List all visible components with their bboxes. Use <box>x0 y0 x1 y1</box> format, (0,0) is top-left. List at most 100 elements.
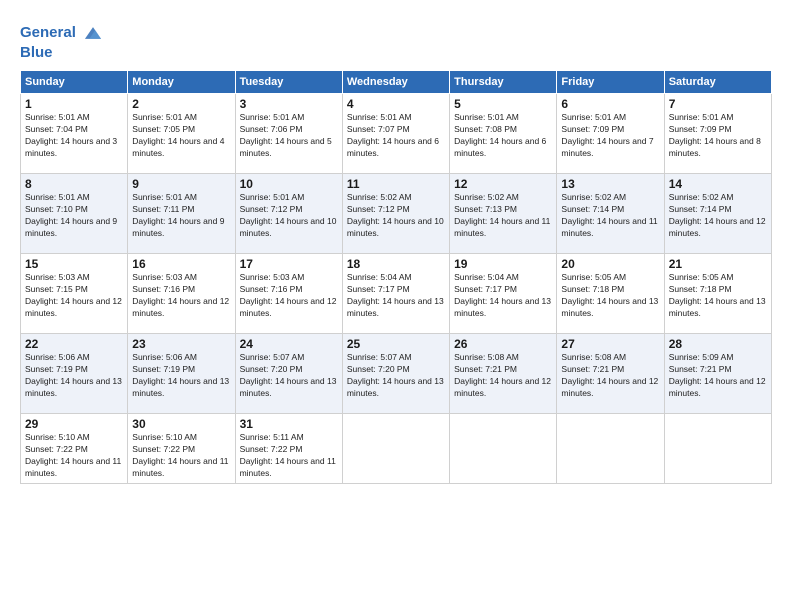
calendar-day-cell: 1Sunrise: 5:01 AMSunset: 7:04 PMDaylight… <box>21 94 128 174</box>
day-info: Sunrise: 5:05 AMSunset: 7:18 PMDaylight:… <box>561 272 659 320</box>
day-info: Sunrise: 5:09 AMSunset: 7:21 PMDaylight:… <box>669 352 767 400</box>
day-number: 3 <box>240 97 338 111</box>
day-info: Sunrise: 5:03 AMSunset: 7:16 PMDaylight:… <box>240 272 338 320</box>
day-info: Sunrise: 5:01 AMSunset: 7:08 PMDaylight:… <box>454 112 552 160</box>
weekday-header-cell: Saturday <box>664 71 771 94</box>
calendar-day-cell <box>450 414 557 484</box>
calendar-day-cell: 2Sunrise: 5:01 AMSunset: 7:05 PMDaylight… <box>128 94 235 174</box>
calendar-day-cell: 19Sunrise: 5:04 AMSunset: 7:17 PMDayligh… <box>450 254 557 334</box>
calendar: SundayMondayTuesdayWednesdayThursdayFrid… <box>20 70 772 484</box>
calendar-day-cell: 27Sunrise: 5:08 AMSunset: 7:21 PMDayligh… <box>557 334 664 414</box>
day-info: Sunrise: 5:02 AMSunset: 7:13 PMDaylight:… <box>454 192 552 240</box>
calendar-day-cell: 23Sunrise: 5:06 AMSunset: 7:19 PMDayligh… <box>128 334 235 414</box>
calendar-day-cell: 30Sunrise: 5:10 AMSunset: 7:22 PMDayligh… <box>128 414 235 484</box>
day-number: 29 <box>25 417 123 431</box>
calendar-week-row: 29Sunrise: 5:10 AMSunset: 7:22 PMDayligh… <box>21 414 772 484</box>
calendar-day-cell: 24Sunrise: 5:07 AMSunset: 7:20 PMDayligh… <box>235 334 342 414</box>
day-info: Sunrise: 5:01 AMSunset: 7:05 PMDaylight:… <box>132 112 230 160</box>
day-number: 1 <box>25 97 123 111</box>
day-number: 14 <box>669 177 767 191</box>
day-number: 31 <box>240 417 338 431</box>
day-number: 24 <box>240 337 338 351</box>
page: General Blue SundayMondayTuesdayWednesda… <box>0 0 792 612</box>
day-info: Sunrise: 5:01 AMSunset: 7:11 PMDaylight:… <box>132 192 230 240</box>
weekday-header-cell: Friday <box>557 71 664 94</box>
calendar-day-cell: 12Sunrise: 5:02 AMSunset: 7:13 PMDayligh… <box>450 174 557 254</box>
calendar-day-cell: 25Sunrise: 5:07 AMSunset: 7:20 PMDayligh… <box>342 334 449 414</box>
calendar-week-row: 8Sunrise: 5:01 AMSunset: 7:10 PMDaylight… <box>21 174 772 254</box>
day-number: 23 <box>132 337 230 351</box>
day-info: Sunrise: 5:06 AMSunset: 7:19 PMDaylight:… <box>132 352 230 400</box>
day-number: 16 <box>132 257 230 271</box>
day-number: 18 <box>347 257 445 271</box>
calendar-body: 1Sunrise: 5:01 AMSunset: 7:04 PMDaylight… <box>21 94 772 484</box>
day-info: Sunrise: 5:02 AMSunset: 7:14 PMDaylight:… <box>669 192 767 240</box>
day-info: Sunrise: 5:01 AMSunset: 7:06 PMDaylight:… <box>240 112 338 160</box>
day-number: 19 <box>454 257 552 271</box>
calendar-day-cell: 29Sunrise: 5:10 AMSunset: 7:22 PMDayligh… <box>21 414 128 484</box>
calendar-day-cell <box>342 414 449 484</box>
logo-text: General <box>20 22 104 44</box>
weekday-header-cell: Monday <box>128 71 235 94</box>
calendar-day-cell: 11Sunrise: 5:02 AMSunset: 7:12 PMDayligh… <box>342 174 449 254</box>
weekday-header-cell: Wednesday <box>342 71 449 94</box>
day-info: Sunrise: 5:04 AMSunset: 7:17 PMDaylight:… <box>454 272 552 320</box>
calendar-day-cell: 22Sunrise: 5:06 AMSunset: 7:19 PMDayligh… <box>21 334 128 414</box>
day-info: Sunrise: 5:07 AMSunset: 7:20 PMDaylight:… <box>347 352 445 400</box>
calendar-week-row: 15Sunrise: 5:03 AMSunset: 7:15 PMDayligh… <box>21 254 772 334</box>
day-info: Sunrise: 5:03 AMSunset: 7:16 PMDaylight:… <box>132 272 230 320</box>
weekday-header-cell: Tuesday <box>235 71 342 94</box>
calendar-day-cell: 13Sunrise: 5:02 AMSunset: 7:14 PMDayligh… <box>557 174 664 254</box>
calendar-week-row: 1Sunrise: 5:01 AMSunset: 7:04 PMDaylight… <box>21 94 772 174</box>
day-number: 28 <box>669 337 767 351</box>
day-info: Sunrise: 5:10 AMSunset: 7:22 PMDaylight:… <box>25 432 123 480</box>
day-number: 26 <box>454 337 552 351</box>
day-info: Sunrise: 5:01 AMSunset: 7:10 PMDaylight:… <box>25 192 123 240</box>
calendar-day-cell: 21Sunrise: 5:05 AMSunset: 7:18 PMDayligh… <box>664 254 771 334</box>
day-info: Sunrise: 5:08 AMSunset: 7:21 PMDaylight:… <box>454 352 552 400</box>
weekday-header-cell: Sunday <box>21 71 128 94</box>
day-number: 12 <box>454 177 552 191</box>
logo: General Blue <box>20 22 104 62</box>
day-number: 13 <box>561 177 659 191</box>
day-info: Sunrise: 5:01 AMSunset: 7:09 PMDaylight:… <box>669 112 767 160</box>
day-info: Sunrise: 5:07 AMSunset: 7:20 PMDaylight:… <box>240 352 338 400</box>
calendar-week-row: 22 Sunrise: 5:06 AMSunset: 7:19 PMDayligh… <box>21 334 772 414</box>
calendar-day-cell <box>664 414 771 484</box>
day-number: 11 <box>347 177 445 191</box>
calendar-day-cell: 28Sunrise: 5:09 AMSunset: 7:21 PMDayligh… <box>664 334 771 414</box>
calendar-day-cell: 20Sunrise: 5:05 AMSunset: 7:18 PMDayligh… <box>557 254 664 334</box>
calendar-day-cell: 9Sunrise: 5:01 AMSunset: 7:11 PMDaylight… <box>128 174 235 254</box>
day-number: 5 <box>454 97 552 111</box>
day-number: 8 <box>25 177 123 191</box>
day-info: Sunrise: 5:01 AMSunset: 7:04 PMDaylight:… <box>25 112 123 160</box>
day-number: 25 <box>347 337 445 351</box>
day-number: 10 <box>240 177 338 191</box>
logo-blue: Blue <box>20 44 104 62</box>
calendar-day-cell: 4Sunrise: 5:01 AMSunset: 7:07 PMDaylight… <box>342 94 449 174</box>
day-number: 27 <box>561 337 659 351</box>
weekday-header-cell: Thursday <box>450 71 557 94</box>
day-info: Sunrise: 5:02 AMSunset: 7:14 PMDaylight:… <box>561 192 659 240</box>
day-number: 6 <box>561 97 659 111</box>
day-info: Sunrise: 5:08 AMSunset: 7:21 PMDaylight:… <box>561 352 659 400</box>
day-number: 22 <box>25 337 123 351</box>
weekday-header-row: SundayMondayTuesdayWednesdayThursdayFrid… <box>21 71 772 94</box>
calendar-day-cell: 7Sunrise: 5:01 AMSunset: 7:09 PMDaylight… <box>664 94 771 174</box>
calendar-day-cell: 10Sunrise: 5:01 AMSunset: 7:12 PMDayligh… <box>235 174 342 254</box>
day-info: Sunrise: 5:04 AMSunset: 7:17 PMDaylight:… <box>347 272 445 320</box>
day-info: Sunrise: 5:01 AMSunset: 7:07 PMDaylight:… <box>347 112 445 160</box>
day-number: 7 <box>669 97 767 111</box>
day-info: Sunrise: 5:11 AMSunset: 7:22 PMDaylight:… <box>240 432 338 480</box>
calendar-day-cell: 8Sunrise: 5:01 AMSunset: 7:10 PMDaylight… <box>21 174 128 254</box>
calendar-day-cell: 5Sunrise: 5:01 AMSunset: 7:08 PMDaylight… <box>450 94 557 174</box>
day-number: 4 <box>347 97 445 111</box>
calendar-day-cell: 17Sunrise: 5:03 AMSunset: 7:16 PMDayligh… <box>235 254 342 334</box>
day-number: 21 <box>669 257 767 271</box>
day-info: Sunrise: 5:03 AMSunset: 7:15 PMDaylight:… <box>25 272 123 320</box>
day-number: 20 <box>561 257 659 271</box>
day-number: 17 <box>240 257 338 271</box>
calendar-day-cell: 16Sunrise: 5:03 AMSunset: 7:16 PMDayligh… <box>128 254 235 334</box>
header: General Blue <box>20 18 772 62</box>
day-number: 2 <box>132 97 230 111</box>
